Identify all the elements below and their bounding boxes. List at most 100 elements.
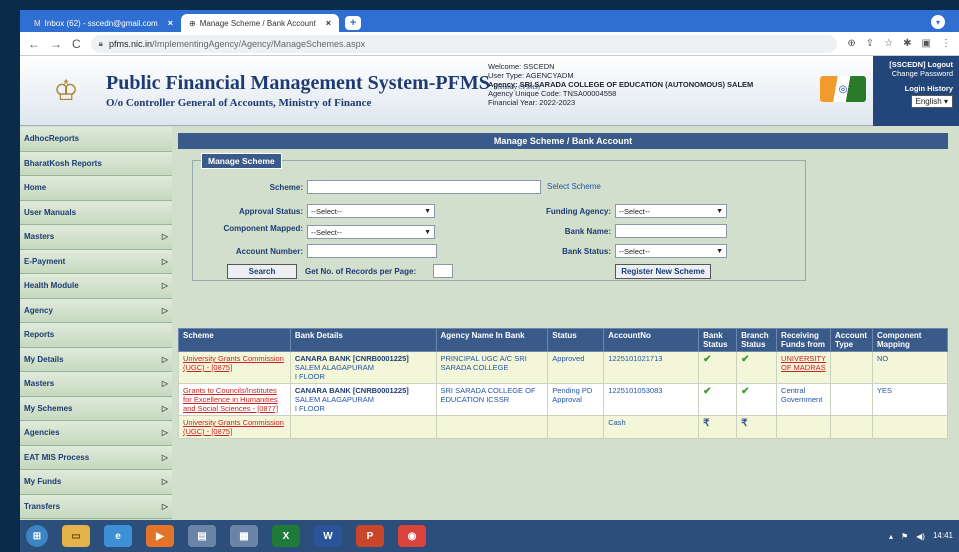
extensions-icon[interactable]: ✱ [903,38,911,49]
lock-icon: 🔒︎ [98,38,103,48]
register-new-scheme-button[interactable]: Register New Scheme [615,264,711,279]
sidebar-item-masters-2[interactable]: Masters ▷ [20,372,172,397]
excel-icon[interactable]: X [272,525,300,547]
back-icon[interactable]: ← [28,37,40,51]
bank-address: I FLOOR [294,404,325,413]
system-tray: ▴ ⚑ ◀) 14:41 [889,531,953,541]
volume-icon[interactable]: ◀) [916,532,925,541]
bank-address: SALEM ALAGAPURAM [294,363,375,372]
column-header: Status [547,328,605,352]
bank-address: SALEM ALAGAPURAM [294,395,375,404]
records-per-page-input[interactable] [433,264,453,278]
tab-manage-scheme[interactable]: ⊕ Manage Scheme / Bank Account × [181,14,340,32]
sidebar-item-my-details[interactable]: My Details ▷ [20,347,172,372]
sidebar-item-adhoc-reports[interactable]: AdhocReports [20,127,172,152]
sidebar-item-eat-mis-process[interactable]: EAT MIS Process ▷ [20,445,172,470]
clock[interactable]: 14:41 [933,531,953,541]
flag-icon[interactable]: ⚑ [901,532,908,541]
sidebar-item-agency[interactable]: Agency ▷ [20,298,172,323]
select-scheme-link[interactable]: Select Scheme [547,182,601,191]
bank-name-input[interactable] [615,224,727,238]
financial-year-line: Financial Year: 2022-2023 [488,98,576,107]
receiving-funds-cell: UNIVERSITY OF MADRAS [776,351,832,384]
component-mapping-cell: YES [872,383,948,416]
menu-icon[interactable]: ⋮ [941,38,951,49]
web-page: ♔ Public Financial Management System-PFM… [20,56,959,520]
new-tab-button[interactable]: + [345,16,362,30]
network-icon[interactable]: ▴ [889,532,893,541]
sidebar-item-my-funds[interactable]: My Funds ▷ [20,470,172,495]
app-icon[interactable]: ▦ [230,525,258,547]
scheme-label: Scheme: [269,183,303,192]
chevron-right-icon: ▷ [161,354,168,364]
tab-gmail[interactable]: M Inbox (62) - sscedn@gmail.com × [26,14,181,32]
zoom-icon[interactable]: ⊕ [847,38,855,49]
sidebar-item-home[interactable]: Home [20,176,172,201]
sidebar-item-my-schemes[interactable]: My Schemes ▷ [20,396,172,421]
word-icon[interactable]: W [314,525,342,547]
internet-explorer-icon[interactable]: e [104,525,132,547]
start-button-icon[interactable]: ⊞ [26,525,48,547]
scheme-link[interactable]: Grants to Councils/Institutes for Excell… [183,386,278,413]
chevron-right-icon: ▷ [161,232,168,242]
table-row: Grants to Councils/Institutes for Excell… [178,383,948,416]
app-icon[interactable]: ▤ [188,525,216,547]
branch-status-cell: ✔ [736,351,778,384]
share-icon[interactable]: ⇪ [866,38,874,49]
sidebar-item-e-payment[interactable]: E-Payment ▷ [20,249,172,274]
agency-name-cell: PRINCIPAL UGC A/C SRI SARADA COLLEGE [435,351,549,384]
search-button[interactable]: Search [227,264,297,279]
close-tab-icon[interactable]: × [168,18,173,28]
sidebar-item-label: Masters [24,232,55,242]
column-header: Receiving Funds from [776,328,832,352]
sidepanel-icon[interactable]: ▣ [922,38,931,49]
media-player-icon[interactable]: ▶ [146,525,174,547]
url-field[interactable]: 🔒︎ pfms.nic.in/ImplementingAgency/Agency… [90,34,838,53]
sidebar-item-label: Reports [24,330,55,340]
forward-icon[interactable]: → [50,37,62,51]
form-legend: Manage Scheme [201,153,282,169]
scheme-link[interactable]: University Grants Commission (UGC) - [08… [183,354,284,372]
sidebar-item-health-module[interactable]: Health Module ▷ [20,274,172,299]
account-no-cell: Cash [603,415,700,439]
bank-details-cell [289,415,437,439]
sidebar-item-bharatkosh-reports[interactable]: BharatKosh Reports [20,151,172,176]
close-tab-icon[interactable]: × [326,18,331,28]
scheme-link[interactable]: University Grants Commission (UGC) - [08… [183,418,284,436]
chevron-down-icon: ▼ [716,247,723,255]
sidebar-item-reports[interactable]: Reports [20,323,172,348]
select-value: --Select-- [619,206,650,216]
chevron-right-icon: ▷ [161,501,168,511]
account-no-cell: 1225101053083 [603,383,700,416]
sidebar-item-transfers[interactable]: Transfers ▷ [20,494,172,519]
language-select[interactable]: English ▾ [910,95,953,108]
url-host: pfms.nic.in [108,38,152,49]
globe-icon: ⊕ [189,18,196,28]
scheme-input[interactable] [307,180,541,194]
table-row: University Grants Commission (UGC) - [08… [178,351,948,384]
profile-icon[interactable]: ▾ [931,15,945,29]
agency-line: Agency: SRI SARADA COLLEGE OF EDUCATION … [488,80,754,89]
sidebar-item-agencies[interactable]: Agencies ▷ [20,421,172,446]
bank-status-select[interactable]: --Select-- ▼ [615,244,727,258]
login-history-link[interactable]: Login History [879,84,953,93]
logout-link[interactable]: [SSCEDN] Logout [879,60,953,69]
url-path: /ImplementingAgency/Agency/ManageSchemes… [151,38,366,49]
sidebar-item-masters[interactable]: Masters ▷ [20,225,172,250]
account-number-input[interactable] [307,244,437,258]
reload-icon[interactable]: C [72,37,81,51]
file-explorer-icon[interactable]: ▭ [62,525,90,547]
browser-tabstrip: M Inbox (62) - sscedn@gmail.com × ⊕ Mana… [20,10,959,32]
address-bar: ← → C 🔒︎ pfms.nic.in/ImplementingAgency/… [20,32,959,56]
chrome-icon[interactable]: ◉ [398,525,426,547]
receiving-funds-link[interactable]: UNIVERSITY OF MADRAS [781,354,826,372]
sidebar-item-user-manuals[interactable]: User Manuals [20,200,172,225]
funding-agency-select[interactable]: --Select-- ▼ [615,204,727,218]
powerpoint-icon[interactable]: P [356,525,384,547]
change-password-link[interactable]: Change Password [879,69,953,78]
star-icon[interactable]: ☆ [884,38,893,49]
table-row: University Grants Commission (UGC) - [08… [178,415,948,439]
component-mapped-select[interactable]: --Select-- ▼ [307,225,435,239]
approval-status-select[interactable]: --Select-- ▼ [307,204,435,218]
receiving-funds-cell [776,415,832,439]
